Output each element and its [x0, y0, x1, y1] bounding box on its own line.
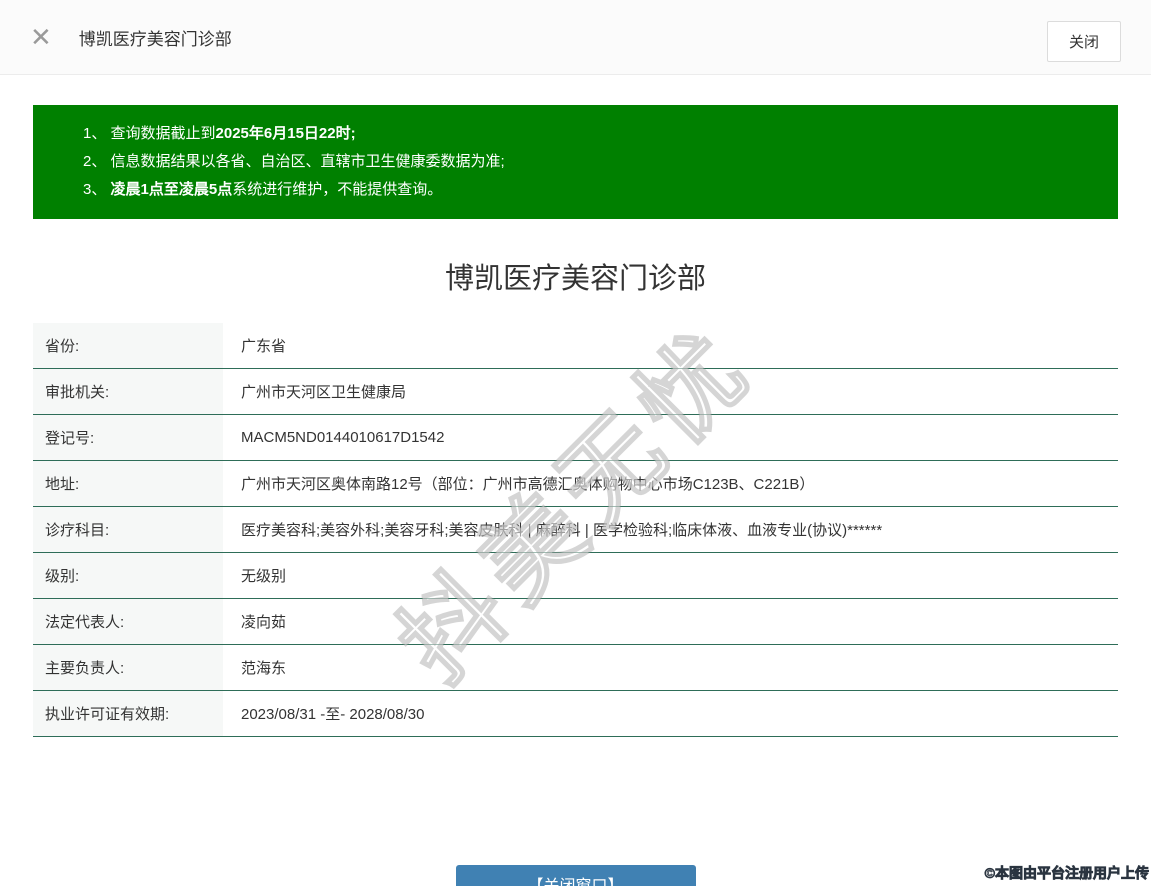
- row-label: 级别:: [33, 553, 223, 598]
- notice-line-2: 2、 信息数据结果以各省、自治区、直辖市卫生健康委数据为准;: [83, 148, 1098, 176]
- close-button[interactable]: 关闭: [1046, 21, 1121, 62]
- row-value: 无级别: [241, 568, 287, 585]
- table-row-province: 省份: 广东省: [33, 323, 1118, 369]
- row-value: 范海东: [241, 660, 287, 677]
- page-title: 博凯医疗美容门诊部: [444, 263, 706, 295]
- header-bar: ✕ 博凯医疗美容门诊部 关闭: [0, 0, 1151, 75]
- detail-table: 省份: 广东省 审批机关: 广州市天河区卫生健康局 登记号: MACM5ND01…: [33, 323, 1118, 737]
- notice-line-1: 1、 查询数据截止到2025年6月15日22时;: [83, 120, 1098, 148]
- row-value: MACM5ND0144010617D1542: [241, 429, 445, 446]
- notice-line-3-post: 系统进行维护，不能提供查询。: [232, 181, 443, 198]
- table-row-registration-number: 登记号: MACM5ND0144010617D1542: [33, 415, 1118, 461]
- table-row-main-person-in-charge: 主要负责人: 范海东: [33, 645, 1118, 691]
- row-label: 诊疗科目:: [33, 507, 223, 552]
- row-value: 凌向茹: [241, 614, 287, 631]
- table-row-license-validity: 执业许可证有效期: 2023/08/31 -至- 2028/08/30: [33, 691, 1118, 737]
- table-row-medical-subjects: 诊疗科目: 医疗美容科;美容外科;美容牙科;美容皮肤科 | 麻醉科 | 医学检验…: [33, 507, 1118, 553]
- close-x-icon[interactable]: ✕: [30, 24, 52, 50]
- table-row-address: 地址: 广州市天河区奥体南路12号（部位：广州市高德汇奥体购物中心市场C123B…: [33, 461, 1118, 507]
- row-value: 广州市天河区奥体南路12号（部位：广州市高德汇奥体购物中心市场C123B、C22…: [241, 476, 815, 493]
- notice-line-3: 3、 凌晨1点至凌晨5点系统进行维护，不能提供查询。: [83, 176, 1098, 204]
- table-row-level: 级别: 无级别: [33, 553, 1118, 599]
- notice-line-3-bold: 凌晨1点至凌晨5点: [110, 181, 233, 198]
- row-label: 登记号:: [33, 415, 223, 460]
- close-window-button[interactable]: 【关闭窗口】: [455, 865, 696, 886]
- notice-line-3-pre: 3、: [83, 181, 111, 198]
- row-label: 省份:: [33, 323, 223, 368]
- table-row-legal-representative: 法定代表人: 凌向茹: [33, 599, 1118, 645]
- row-label: 主要负责人:: [33, 645, 223, 690]
- row-value: 广东省: [241, 338, 287, 355]
- row-value: 医疗美容科;美容外科;美容牙科;美容皮肤科 | 麻醉科 | 医学检验科;临床体液…: [241, 522, 883, 539]
- row-value: 2023/08/31 -至- 2028/08/30: [241, 706, 425, 723]
- row-label: 地址:: [33, 461, 223, 506]
- notice-line-1-bold: 2025年6月15日22时;: [215, 125, 356, 142]
- row-label: 审批机关:: [33, 369, 223, 414]
- table-row-approval-authority: 审批机关: 广州市天河区卫生健康局: [33, 369, 1118, 415]
- row-label: 执业许可证有效期:: [33, 691, 223, 736]
- row-label: 法定代表人:: [33, 599, 223, 644]
- notice-box: 1、 查询数据截止到2025年6月15日22时; 2、 信息数据结果以各省、自治…: [33, 105, 1118, 219]
- corner-watermark: ©本图由平台注册用户上传: [984, 865, 1149, 882]
- notice-line-1-text: 1、 查询数据截止到: [83, 125, 216, 142]
- notice-line-2-text: 2、 信息数据结果以各省、自治区、直辖市卫生健康委数据为准;: [83, 153, 505, 170]
- row-value: 广州市天河区卫生健康局: [241, 384, 407, 401]
- header-title: 博凯医疗美容门诊部: [78, 29, 232, 49]
